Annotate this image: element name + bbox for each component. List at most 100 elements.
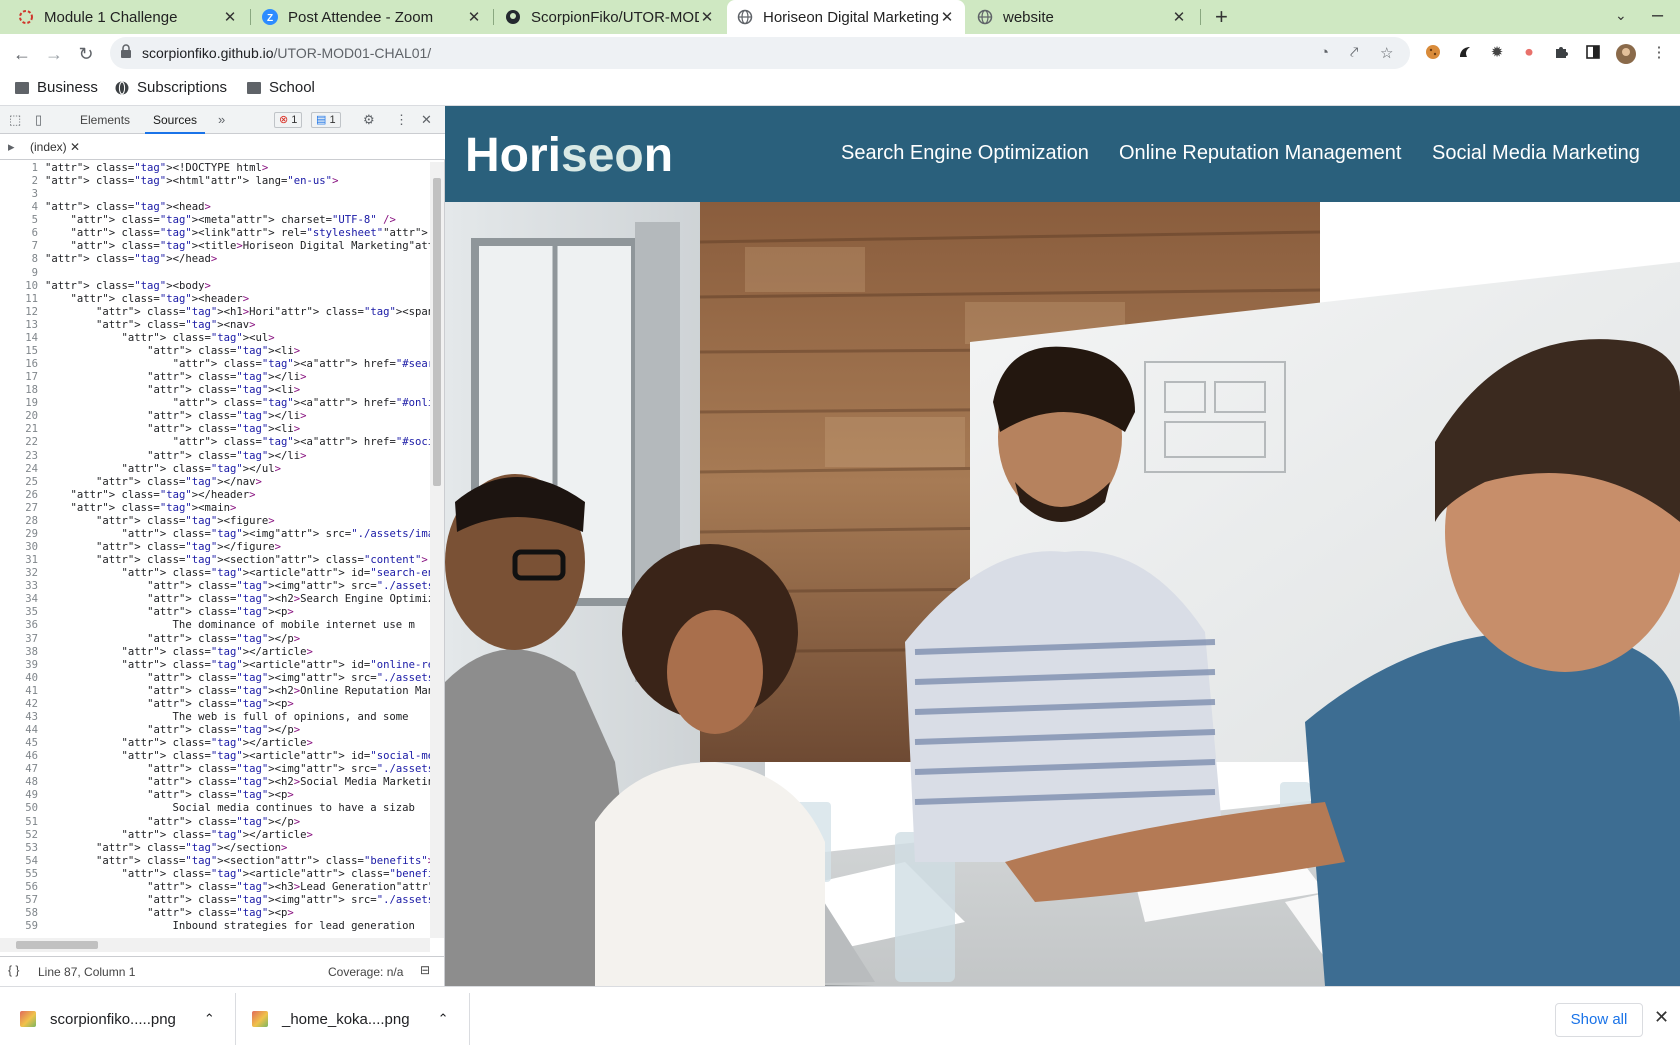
line-number[interactable]: 26 (0, 489, 38, 502)
download-item[interactable]: _home_koka....png ⌃ (252, 987, 449, 1050)
tab-elements[interactable]: Elements (80, 106, 130, 134)
line-number[interactable]: 8 (0, 253, 38, 266)
puzzle-extensions-icon[interactable] (1552, 44, 1570, 62)
tab-website[interactable]: website ✕ (967, 0, 1197, 34)
line-number[interactable]: 59 (0, 920, 38, 933)
line-number[interactable]: 47 (0, 763, 38, 776)
window-minimize-icon[interactable]: – (1652, 4, 1663, 27)
line-number[interactable]: 1 (0, 162, 38, 175)
line-number[interactable]: 46 (0, 750, 38, 763)
close-icon[interactable]: ✕ (939, 8, 955, 26)
new-tab-icon[interactable]: + (1215, 4, 1228, 30)
line-number[interactable]: 27 (0, 502, 38, 515)
line-number[interactable]: 2 (0, 175, 38, 188)
share-icon[interactable]: ⤤ (1350, 44, 1358, 61)
line-number[interactable]: 22 (0, 436, 38, 449)
line-number[interactable]: 16 (0, 358, 38, 371)
tab-search-chevron-icon[interactable]: ⌄ (1615, 7, 1627, 24)
url-text[interactable]: scorpionfiko.github.io/UTOR-MOD01-CHAL01… (142, 45, 431, 61)
line-number[interactable]: 23 (0, 450, 38, 463)
lock-icon[interactable] (120, 44, 132, 62)
navigator-toggle-icon[interactable]: ▸ (8, 139, 15, 155)
line-number[interactable]: 30 (0, 541, 38, 554)
tab-post-attendee-zoom[interactable]: Z Post Attendee - Zoom ✕ (252, 0, 492, 34)
record-extension-icon[interactable]: ⏺ (1520, 44, 1538, 62)
inspect-element-icon[interactable]: ⬚ (9, 112, 21, 128)
line-number[interactable]: 11 (0, 293, 38, 306)
line-number[interactable]: 58 (0, 907, 38, 920)
horizontal-scrollbar[interactable] (0, 938, 430, 952)
nav-social-media-marketing[interactable]: Social Media Marketing (1432, 142, 1640, 165)
line-number[interactable]: 29 (0, 528, 38, 541)
line-number[interactable]: 42 (0, 698, 38, 711)
line-number[interactable]: 7 (0, 240, 38, 253)
download-item[interactable]: scorpionfiko.....png ⌃ (20, 987, 215, 1050)
close-icon[interactable]: ✕ (1171, 8, 1187, 26)
vertical-scrollbar[interactable] (430, 162, 444, 938)
scrollbar-thumb[interactable] (16, 941, 98, 949)
line-number[interactable]: 5 (0, 214, 38, 227)
gear-extension-icon[interactable]: ✹ (1488, 44, 1506, 62)
line-number[interactable]: 9 (0, 267, 38, 280)
line-number[interactable]: 54 (0, 855, 38, 868)
side-panel-icon[interactable] (1584, 44, 1602, 62)
line-number[interactable]: 18 (0, 384, 38, 397)
line-number[interactable]: 44 (0, 724, 38, 737)
bookmark-school[interactable]: School (247, 79, 315, 96)
bookmark-business[interactable]: Business (15, 79, 98, 96)
bookmark-subscriptions[interactable]: Subscriptions (115, 79, 227, 96)
show-all-button[interactable]: Show all (1555, 1003, 1643, 1037)
line-number[interactable]: 51 (0, 816, 38, 829)
line-number[interactable]: 19 (0, 397, 38, 410)
line-number[interactable]: 25 (0, 476, 38, 489)
line-number[interactable]: 49 (0, 789, 38, 802)
devtools-menu-icon[interactable]: ⋮ (395, 112, 408, 128)
device-toolbar-icon[interactable]: ▯ (35, 112, 42, 128)
gnome-extension-icon[interactable] (1456, 44, 1474, 62)
line-number[interactable]: 34 (0, 593, 38, 606)
line-number[interactable]: 50 (0, 802, 38, 815)
line-number[interactable]: 55 (0, 868, 38, 881)
line-number[interactable]: 43 (0, 711, 38, 724)
file-tab-index[interactable]: (index) ✕ (30, 134, 80, 160)
line-number[interactable]: 12 (0, 306, 38, 319)
line-number[interactable]: 56 (0, 881, 38, 894)
nav-online-reputation-management[interactable]: Online Reputation Management (1119, 142, 1401, 165)
back-icon[interactable]: ← (10, 42, 34, 66)
line-number[interactable]: 48 (0, 776, 38, 789)
performance-icon[interactable]: ◔ (1320, 44, 1329, 61)
line-number[interactable]: 15 (0, 345, 38, 358)
line-number[interactable]: 10 (0, 280, 38, 293)
close-icon[interactable]: ✕ (699, 8, 715, 26)
line-number[interactable]: 6 (0, 227, 38, 240)
settings-gear-icon[interactable]: ⚙ (363, 112, 375, 128)
close-download-bar-icon[interactable]: ✕ (1654, 1007, 1669, 1028)
line-number[interactable]: 38 (0, 646, 38, 659)
line-number[interactable]: 33 (0, 580, 38, 593)
chevron-up-icon[interactable]: ⌃ (438, 1011, 449, 1027)
tab-module-1-challenge[interactable]: Module 1 Challenge ✕ (8, 0, 248, 34)
line-number[interactable]: 32 (0, 567, 38, 580)
pretty-print-icon[interactable]: { } (8, 963, 19, 977)
more-tabs-icon[interactable]: » (218, 112, 225, 127)
line-number[interactable]: 52 (0, 829, 38, 842)
line-number[interactable]: 3 (0, 188, 38, 201)
line-number[interactable]: 24 (0, 463, 38, 476)
line-number[interactable]: 36 (0, 619, 38, 632)
coverage-icon[interactable]: ⊟ (420, 963, 430, 977)
reload-icon[interactable]: ↻ (74, 42, 98, 66)
line-number[interactable]: 20 (0, 410, 38, 423)
avatar[interactable] (1616, 44, 1636, 64)
tab-horiseon[interactable]: Horiseon Digital Marketing ✕ (727, 0, 965, 34)
address-bar[interactable]: scorpionfiko.github.io/UTOR-MOD01-CHAL01… (110, 37, 1410, 69)
line-number[interactable]: 21 (0, 423, 38, 436)
line-number[interactable]: 41 (0, 685, 38, 698)
line-number[interactable]: 31 (0, 554, 38, 567)
chevron-up-icon[interactable]: ⌃ (204, 1011, 215, 1027)
scrollbar-thumb[interactable] (433, 178, 441, 486)
error-badge[interactable]: ⊗ 1 (274, 112, 303, 128)
menu-kebab-icon[interactable]: ⋮ (1650, 44, 1668, 62)
line-number[interactable]: 40 (0, 672, 38, 685)
line-number[interactable]: 4 (0, 201, 38, 214)
close-icon[interactable]: ✕ (70, 140, 80, 154)
